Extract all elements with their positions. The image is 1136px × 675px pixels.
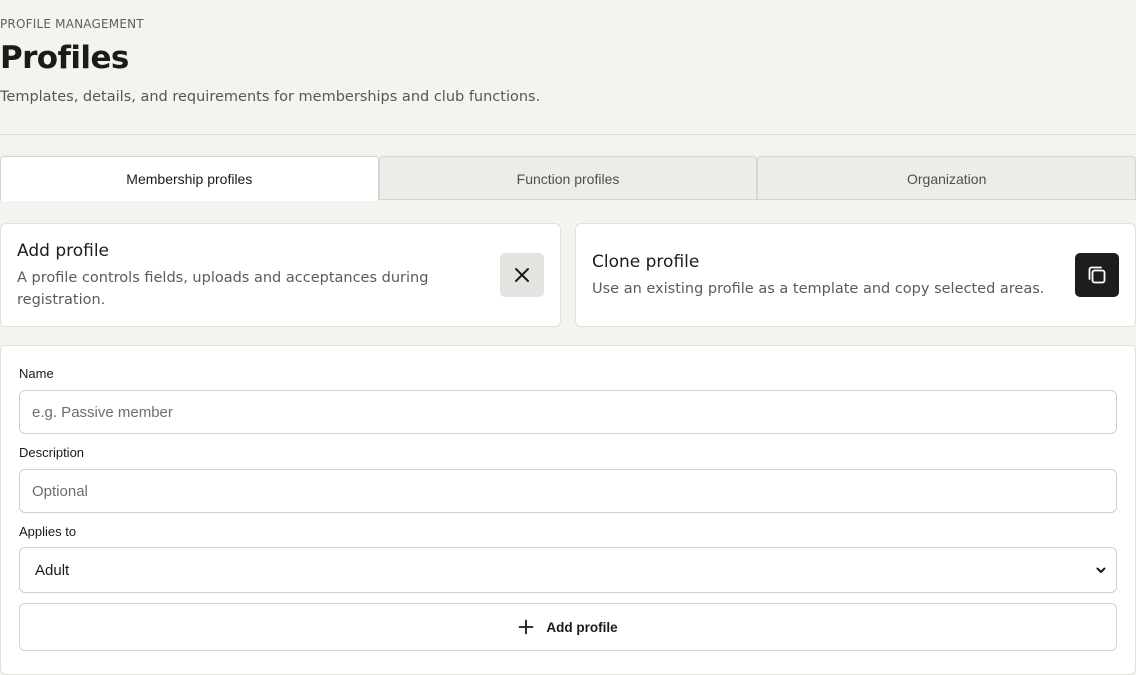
clone-profile-card: Clone profile Use an existing profile as…	[575, 223, 1136, 327]
add-profile-button-label: Add profile	[546, 619, 618, 635]
add-profile-title: Add profile	[17, 241, 110, 261]
copy-icon	[1088, 266, 1106, 284]
add-profile-description: A profile controls fields, uploads and a…	[17, 270, 429, 308]
clone-profile-title: Clone profile	[592, 252, 700, 272]
applies-to-value: Adult	[35, 561, 70, 579]
name-input[interactable]	[19, 390, 1117, 434]
add-profile-form: Name Description Applies to Adult Add pr…	[0, 345, 1136, 675]
tab-function-profiles[interactable]: Function profiles	[378, 156, 758, 200]
chevron-down-icon	[1096, 567, 1106, 573]
applies-to-select[interactable]: Adult	[19, 547, 1117, 593]
header-divider	[0, 134, 1136, 135]
clone-profile-description: Use an existing profile as a template an…	[592, 281, 1045, 297]
tab-organization[interactable]: Organization	[757, 156, 1136, 200]
add-profile-button[interactable]: Add profile	[19, 603, 1117, 651]
profile-tabs: Membership profiles Function profiles Or…	[0, 156, 1136, 201]
page-title: Profiles	[0, 40, 129, 76]
tab-membership-profiles[interactable]: Membership profiles	[0, 156, 379, 201]
close-add-profile-button[interactable]	[500, 253, 544, 297]
add-profile-card: Add profile A profile controls fields, u…	[0, 223, 561, 327]
name-label: Name	[19, 366, 54, 381]
description-label: Description	[19, 445, 85, 460]
close-icon	[515, 268, 529, 282]
page-eyebrow: PROFILE MANAGEMENT	[0, 17, 144, 31]
description-input[interactable]	[19, 469, 1117, 513]
page-subtitle: Templates, details, and requirements for…	[0, 89, 541, 105]
applies-to-label: Applies to	[19, 524, 77, 539]
clone-profile-button[interactable]	[1075, 253, 1119, 297]
plus-icon	[518, 619, 534, 635]
